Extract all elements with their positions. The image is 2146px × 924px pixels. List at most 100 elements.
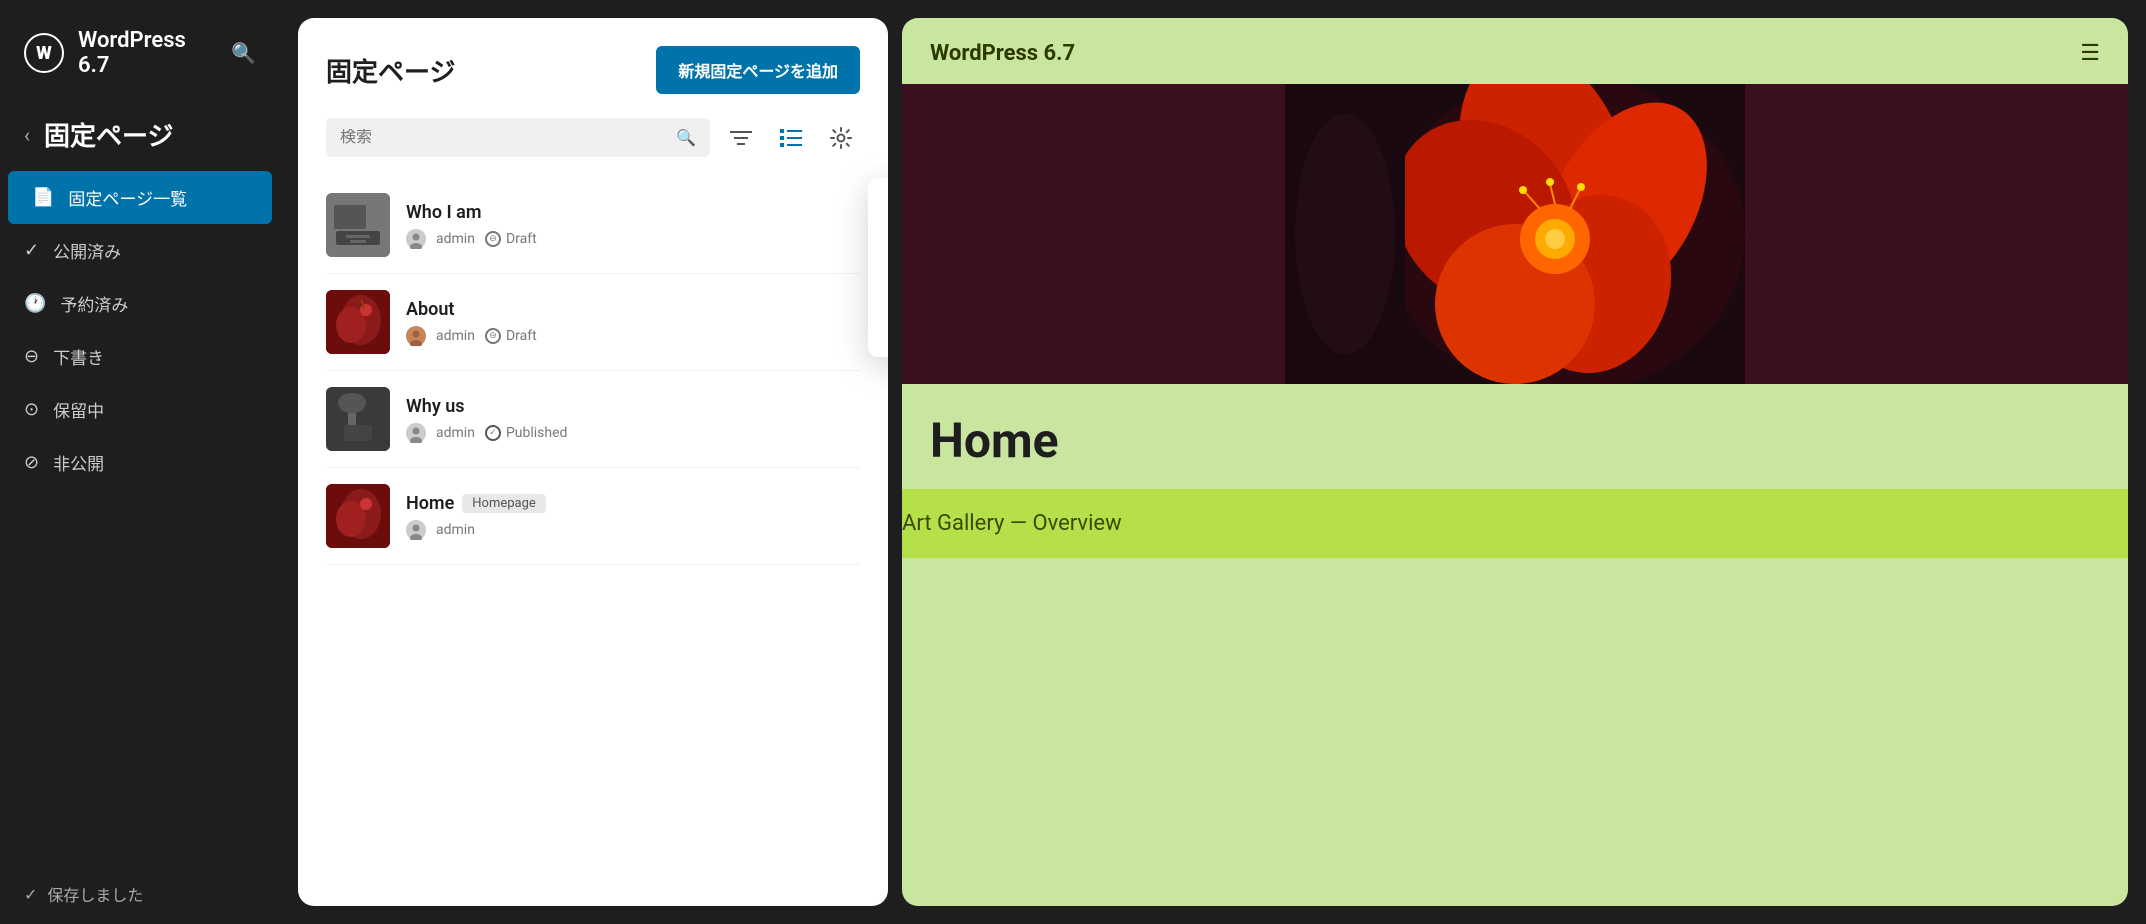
page-title: Who I am <box>406 202 860 223</box>
sidebar-item-label: 公開済み <box>53 238 121 263</box>
list-view-button[interactable] <box>772 121 810 155</box>
scheduled-icon: 🕐 <box>24 293 46 314</box>
add-page-button[interactable]: 新規固定ページを追加 <box>656 46 860 94</box>
author-name: admin <box>436 522 475 538</box>
pages-panel: 固定ページ 新規固定ページを追加 🔍 <box>298 18 888 906</box>
sidebar-item-label: 下書き <box>53 344 104 369</box>
preview-header: WordPress 6.7 ☰ <box>902 18 2128 84</box>
page-info: Home Homepage admin <box>406 493 860 540</box>
view-dropdown-menu: テーブル グリッド リスト <box>868 178 888 357</box>
search-icon[interactable]: 🔍 <box>231 41 256 65</box>
page-info: Who I am admin ⊖ D <box>406 202 860 249</box>
page-meta: admin <box>406 520 860 540</box>
back-button[interactable]: ‹ <box>24 123 30 147</box>
thumb-image <box>326 193 390 257</box>
page-item-home[interactable]: Home Homepage admin <box>326 468 860 565</box>
page-badge: Homepage <box>462 494 546 513</box>
page-item-about[interactable]: About admin ⊖ Draf <box>326 274 860 371</box>
gear-icon <box>830 127 852 149</box>
page-title: Home Homepage <box>406 493 860 514</box>
page-item-why-us[interactable]: Why us admin ✓ Pub <box>326 371 860 468</box>
sidebar-menu: 📄 固定ページ一覧 ✓ 公開済み 🕐 予約済み ⊖ 下書き ⊙ 保留中 ⊘ 非公… <box>0 171 280 489</box>
page-item-who-i-am[interactable]: Who I am admin ⊖ D <box>326 177 860 274</box>
author-avatar <box>406 520 426 540</box>
thumb-image <box>326 387 390 451</box>
sidebar: W WordPress 6.7 🔍 ‹ 固定ページ 📄 固定ページ一覧 ✓ 公開… <box>0 0 280 924</box>
sidebar-item-label: 保留中 <box>53 397 104 422</box>
pages-panel-title: 固定ページ <box>326 52 455 89</box>
preview-panel: WordPress 6.7 ☰ <box>902 18 2128 906</box>
search-input[interactable] <box>340 129 668 147</box>
page-meta: admin ✓ Published <box>406 423 860 443</box>
pending-icon: ⊙ <box>24 399 39 420</box>
status-label: Published <box>506 425 567 441</box>
private-icon: ⊘ <box>24 452 39 473</box>
sidebar-header: W WordPress 6.7 🔍 <box>0 0 280 102</box>
preview-green-section: Art Gallery — Overview <box>902 489 2128 558</box>
published-icon: ✓ <box>24 240 39 261</box>
avatar-icon <box>406 520 426 540</box>
page-list-icon: 📄 <box>32 187 54 208</box>
list-view-icon <box>780 129 802 147</box>
app-title: WordPress 6.7 <box>78 28 217 78</box>
sidebar-item-label: 固定ページ一覧 <box>68 185 187 210</box>
dropdown-item-table[interactable]: テーブル <box>868 188 888 241</box>
preview-menu-button[interactable]: ☰ <box>2080 40 2100 66</box>
author-avatar <box>406 229 426 249</box>
page-info: Why us admin ✓ Pub <box>406 396 860 443</box>
sidebar-item-private[interactable]: ⊘ 非公開 <box>0 436 280 489</box>
sidebar-item-label: 予約済み <box>60 291 128 316</box>
filter-icon <box>730 129 752 147</box>
dropdown-item-list[interactable]: リスト <box>868 294 888 347</box>
author-avatar <box>406 326 426 346</box>
preview-site-title: WordPress 6.7 <box>930 41 1075 66</box>
page-meta: admin ⊖ Draft <box>406 326 860 346</box>
page-thumb <box>326 484 390 548</box>
sidebar-footer: ✓ 保存しました <box>0 864 280 924</box>
sidebar-item-draft[interactable]: ⊖ 下書き <box>0 330 280 383</box>
author-avatar <box>406 423 426 443</box>
thumb-image <box>326 484 390 548</box>
main-panel: 固定ページ 新規固定ページを追加 🔍 <box>280 0 2146 924</box>
flower-svg <box>902 84 2128 384</box>
page-meta: admin ⊖ Draft <box>406 229 860 249</box>
pages-toolbar: 🔍 <box>326 118 860 157</box>
search-icon: 🔍 <box>676 128 696 147</box>
sidebar-nav-header: ‹ 固定ページ <box>0 102 280 171</box>
preview-subtitle: Art Gallery — Overview <box>902 511 1122 536</box>
sidebar-section-title: 固定ページ <box>44 116 173 153</box>
avatar-icon <box>406 326 426 346</box>
page-thumb <box>326 193 390 257</box>
status-label: Draft <box>506 328 537 344</box>
status-label: Draft <box>506 231 537 247</box>
page-title: Why us <box>406 396 860 417</box>
author-name: admin <box>436 231 475 247</box>
pages-list: Who I am admin ⊖ D <box>326 177 860 565</box>
sidebar-item-label: 非公開 <box>53 450 104 475</box>
sidebar-item-all-pages[interactable]: 📄 固定ページ一覧 <box>8 171 272 224</box>
sidebar-item-pending[interactable]: ⊙ 保留中 <box>0 383 280 436</box>
preview-content: Home <box>902 384 2128 469</box>
wp-logo: W <box>24 33 64 73</box>
avatar-icon <box>406 229 426 249</box>
sidebar-item-scheduled[interactable]: 🕐 予約済み <box>0 277 280 330</box>
status-icon: ⊖ <box>485 328 501 344</box>
page-thumb <box>326 387 390 451</box>
settings-button[interactable] <box>822 119 860 157</box>
author-name: admin <box>436 425 475 441</box>
filter-button[interactable] <box>722 121 760 155</box>
saved-check-icon: ✓ <box>24 885 37 904</box>
saved-label: 保存しました <box>47 882 143 906</box>
pages-panel-header: 固定ページ 新規固定ページを追加 <box>326 46 860 94</box>
page-title: About <box>406 299 860 320</box>
draft-icon: ⊖ <box>24 346 39 367</box>
status-icon: ⊖ <box>485 231 501 247</box>
page-info: About admin ⊖ Draf <box>406 299 860 346</box>
author-name: admin <box>436 328 475 344</box>
avatar-icon <box>406 423 426 443</box>
sidebar-item-published[interactable]: ✓ 公開済み <box>0 224 280 277</box>
dropdown-item-grid[interactable]: グリッド <box>868 241 888 294</box>
page-thumb <box>326 290 390 354</box>
preview-home-title: Home <box>930 412 2100 469</box>
status: ⊖ Draft <box>485 231 537 247</box>
